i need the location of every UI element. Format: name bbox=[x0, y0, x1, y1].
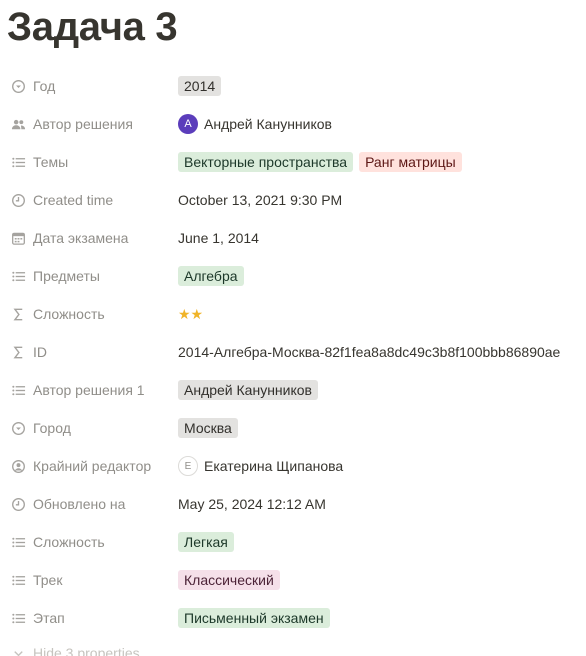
property-label: Обновлено на bbox=[33, 496, 126, 512]
property-text: October 13, 2021 9:30 PM bbox=[178, 192, 343, 208]
property-value[interactable]: ★★ bbox=[178, 301, 203, 327]
tag[interactable]: Классический bbox=[178, 570, 280, 590]
property-text: May 25, 2024 12:12 AM bbox=[178, 496, 326, 512]
property-row[interactable]: Предметы Алгебра bbox=[0, 257, 586, 295]
property-row[interactable]: Автор решения A Андрей Канунников bbox=[0, 105, 586, 143]
property-row[interactable]: ID 2014-Алгебра-Москва-82f1fea8a8dc49c3b8… bbox=[0, 333, 586, 371]
property-label: Дата экзамена bbox=[33, 230, 129, 246]
property-label: Темы bbox=[33, 154, 69, 170]
property-row[interactable]: Автор решения 1 Андрей Канунников bbox=[0, 371, 586, 409]
tag[interactable]: Векторные пространства bbox=[178, 152, 354, 172]
property-name[interactable]: Created time bbox=[10, 187, 113, 213]
property-name[interactable]: Автор решения 1 bbox=[10, 377, 145, 403]
property-label: Год bbox=[33, 78, 56, 94]
property-value[interactable]: Алгебра bbox=[178, 263, 250, 289]
property-label: Крайний редактор bbox=[33, 458, 152, 474]
property-name[interactable]: Город bbox=[10, 415, 71, 441]
property-value[interactable]: Москва bbox=[178, 415, 244, 441]
property-label: Город bbox=[33, 420, 71, 436]
hide-properties-label: Hide 3 properties bbox=[33, 645, 140, 656]
sigma-icon bbox=[10, 344, 26, 360]
property-name[interactable]: Дата экзамена bbox=[10, 225, 128, 251]
clock-icon bbox=[10, 192, 26, 208]
people-icon bbox=[10, 116, 26, 132]
property-name[interactable]: Трек bbox=[10, 567, 62, 593]
properties-list: Год 2014 Автор решения A Андрей Канунников Те… bbox=[0, 67, 586, 637]
property-name[interactable]: Сложность bbox=[10, 301, 105, 327]
select-icon bbox=[10, 78, 26, 94]
list-icon bbox=[10, 154, 26, 170]
list-icon bbox=[10, 268, 26, 284]
property-label: Сложность bbox=[33, 534, 105, 550]
property-name[interactable]: Сложность bbox=[10, 529, 105, 555]
property-value[interactable]: Письменный экзамен bbox=[178, 605, 336, 631]
property-value[interactable]: May 25, 2024 12:12 AM bbox=[178, 491, 326, 517]
tag[interactable]: Андрей Канунников bbox=[178, 380, 318, 400]
property-name[interactable]: Крайний редактор bbox=[10, 453, 151, 479]
property-label: Created time bbox=[33, 192, 114, 208]
property-row[interactable]: Сложность Легкая bbox=[0, 523, 586, 561]
calendar-icon bbox=[10, 230, 26, 246]
avatar: A bbox=[178, 114, 198, 134]
property-value[interactable]: Андрей Канунников bbox=[178, 377, 324, 403]
property-label: Автор решения bbox=[33, 116, 133, 132]
star-rating: ★★ bbox=[178, 305, 204, 322]
property-row[interactable]: Обновлено на May 25, 2024 12:12 AM bbox=[0, 485, 586, 523]
property-row[interactable]: Этап Письменный экзамен bbox=[0, 599, 586, 637]
property-name[interactable]: Обновлено на bbox=[10, 491, 125, 517]
property-name[interactable]: Год bbox=[10, 73, 55, 99]
property-text: 2014-Алгебра-Москва-82f1fea8a8dc49c3b8f1… bbox=[178, 344, 561, 360]
property-value[interactable]: Классический bbox=[178, 567, 286, 593]
property-value[interactable]: October 13, 2021 9:30 PM bbox=[178, 187, 342, 213]
property-label: Трек bbox=[33, 572, 63, 588]
property-row[interactable]: Город Москва bbox=[0, 409, 586, 447]
hide-properties-toggle[interactable]: Hide 3 properties bbox=[10, 645, 140, 656]
clock-icon bbox=[10, 496, 26, 512]
property-value[interactable]: Векторные пространства Ранг матрицы bbox=[178, 149, 468, 175]
list-icon bbox=[10, 382, 26, 398]
list-icon bbox=[10, 534, 26, 550]
property-row[interactable]: Created time October 13, 2021 9:30 PM bbox=[0, 181, 586, 219]
avatar: E bbox=[178, 456, 198, 476]
select-icon bbox=[10, 420, 26, 436]
property-value[interactable]: 2014 bbox=[178, 73, 227, 99]
property-label: Этап bbox=[33, 610, 65, 626]
sigma-icon bbox=[10, 306, 26, 322]
tag[interactable]: Письменный экзамен bbox=[178, 608, 330, 628]
property-value[interactable]: June 1, 2014 bbox=[178, 225, 259, 251]
person-circle-icon bbox=[10, 458, 26, 474]
list-icon bbox=[10, 610, 26, 626]
property-value[interactable]: 2014-Алгебра-Москва-82f1fea8a8dc49c3b8f1… bbox=[178, 339, 560, 365]
property-row[interactable]: Год 2014 bbox=[0, 67, 586, 105]
property-value[interactable]: A Андрей Канунников bbox=[178, 111, 332, 137]
tag[interactable]: Москва bbox=[178, 418, 238, 438]
property-row[interactable]: Крайний редактор E Екатерина Щипанова bbox=[0, 447, 586, 485]
property-row[interactable]: Темы Векторные пространства Ранг матрицы bbox=[0, 143, 586, 181]
property-row[interactable]: Сложность ★★ bbox=[0, 295, 586, 333]
property-name[interactable]: Этап bbox=[10, 605, 65, 631]
tag[interactable]: Легкая bbox=[178, 532, 234, 552]
property-name[interactable]: Темы bbox=[10, 149, 68, 175]
tag[interactable]: 2014 bbox=[178, 76, 222, 96]
property-name[interactable]: Предметы bbox=[10, 263, 100, 289]
chevron-down-icon bbox=[10, 645, 26, 656]
property-name[interactable]: ID bbox=[10, 339, 47, 365]
tag[interactable]: Ранг матрицы bbox=[359, 152, 462, 172]
property-row[interactable]: Трек Классический bbox=[0, 561, 586, 599]
property-label: Предметы bbox=[33, 268, 100, 284]
tag[interactable]: Алгебра bbox=[178, 266, 244, 286]
property-value[interactable]: E Екатерина Щипанова bbox=[178, 453, 343, 479]
property-text: June 1, 2014 bbox=[178, 230, 259, 246]
page-title[interactable]: Задача 3 bbox=[7, 4, 178, 50]
property-label: Сложность bbox=[33, 306, 105, 322]
page: Задача 3 Год 2014 Автор решения A Андрей Кан… bbox=[0, 0, 586, 656]
person-name[interactable]: Екатерина Щипанова bbox=[204, 458, 343, 474]
person-name[interactable]: Андрей Канунников bbox=[204, 116, 332, 132]
property-value[interactable]: Легкая bbox=[178, 529, 240, 555]
property-name[interactable]: Автор решения bbox=[10, 111, 133, 137]
property-label: ID bbox=[33, 344, 47, 360]
property-row[interactable]: Дата экзамена June 1, 2014 bbox=[0, 219, 586, 257]
property-label: Автор решения 1 bbox=[33, 382, 145, 398]
list-icon bbox=[10, 572, 26, 588]
